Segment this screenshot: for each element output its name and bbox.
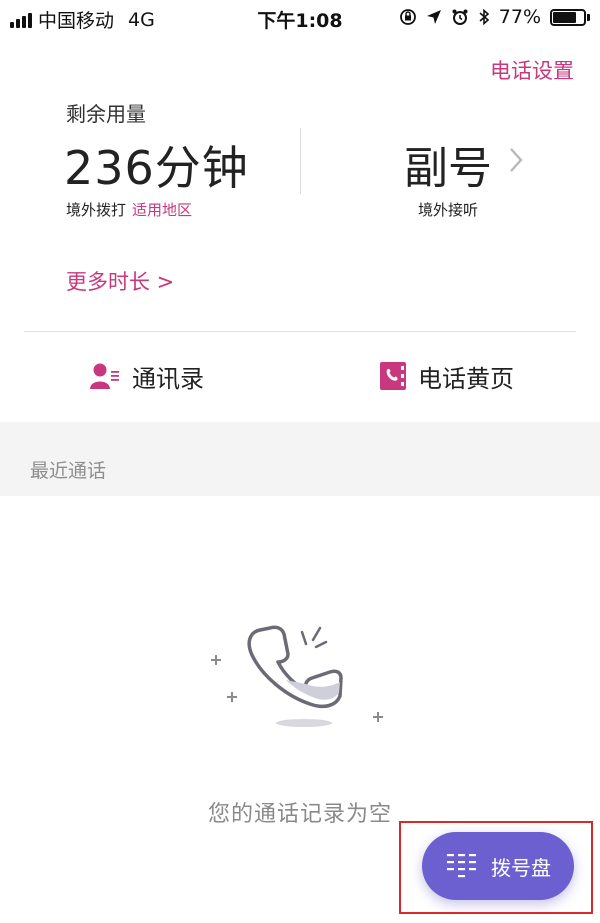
yellow-pages-icon xyxy=(380,362,406,390)
overseas-dial-info: 境外拨打 适用地区 xyxy=(66,199,192,220)
recent-calls-title: 最近通话 xyxy=(30,460,107,482)
yellow-pages-label: 电话黄页 xyxy=(418,364,514,393)
section-divider xyxy=(24,331,576,332)
alarm-icon xyxy=(452,9,468,25)
battery-icon xyxy=(550,8,590,26)
overseas-answer-label: 境外接听 xyxy=(418,201,479,219)
secondary-number-title[interactable]: 副号 xyxy=(404,132,492,196)
contacts-label: 通讯录 xyxy=(132,364,204,393)
empty-call-log-illustration xyxy=(211,625,383,727)
more-duration-link[interactable]: 更多时长 > xyxy=(66,266,174,296)
location-icon xyxy=(426,10,441,24)
yellow-pages-button[interactable]: 电话黄页 xyxy=(380,358,514,394)
status-right: 77% xyxy=(399,6,590,28)
orientation-lock-icon xyxy=(399,9,416,25)
contacts-icon xyxy=(90,363,119,389)
battery-percent: 77% xyxy=(498,6,541,28)
vertical-divider xyxy=(300,128,301,194)
remaining-minutes: 236分钟 xyxy=(64,141,249,195)
status-bar: 中国移动 4G 下午1:08 77% xyxy=(0,0,600,34)
contacts-button[interactable]: 通讯录 xyxy=(90,358,204,394)
phone-screen: 中国移动 4G 下午1:08 77% 电话设置 剩余用量 236分钟 境外拨打 … xyxy=(0,0,600,923)
phone-settings-link[interactable]: 电话设置 xyxy=(490,55,574,85)
applicable-region-link[interactable]: 适用地区 xyxy=(132,201,192,219)
chevron-right-icon[interactable] xyxy=(508,146,524,174)
overseas-dial-label: 境外拨打 xyxy=(66,201,127,219)
bluetooth-icon xyxy=(479,8,489,26)
remaining-usage-label: 剩余用量 xyxy=(66,102,146,126)
highlight-annotation-box xyxy=(399,821,593,914)
recent-calls-header: 最近通话 xyxy=(0,422,600,496)
